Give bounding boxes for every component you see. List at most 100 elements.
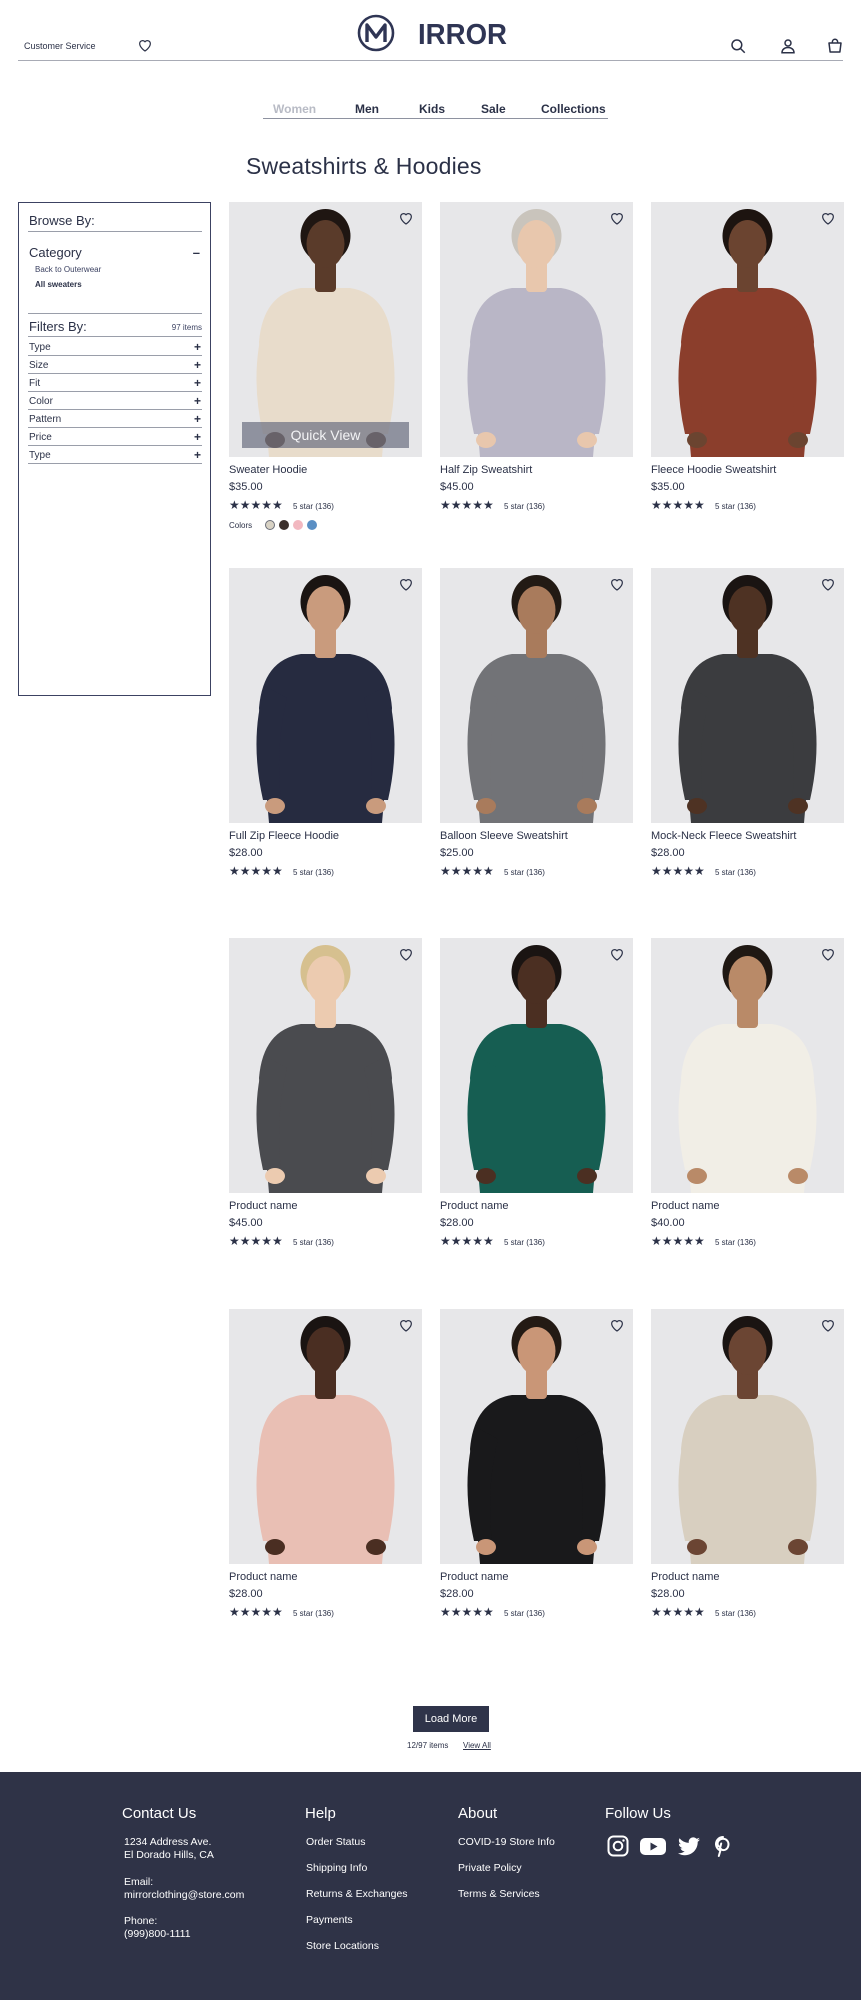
product-name[interactable]: Balloon Sleeve Sweatshirt: [440, 830, 568, 842]
product-photo[interactable]: [229, 1309, 422, 1564]
product-photo[interactable]: [651, 938, 844, 1193]
product-photo[interactable]: [651, 202, 844, 457]
product-name[interactable]: Sweater Hoodie: [229, 464, 307, 476]
color-swatch[interactable]: [279, 520, 289, 530]
nav-collections[interactable]: Collections: [541, 102, 606, 116]
product-photo[interactable]: [440, 938, 633, 1193]
category-heading[interactable]: Category: [29, 245, 82, 260]
color-swatch[interactable]: [293, 520, 303, 530]
favorite-heart-icon[interactable]: [820, 1317, 836, 1333]
email-link[interactable]: mirrorclothing@store.com: [124, 1889, 244, 1902]
product-card[interactable]: Product name $40.00 ★★★★★ 5 star (136): [651, 938, 844, 1248]
product-name[interactable]: Half Zip Sweatshirt: [440, 464, 532, 476]
product-name[interactable]: Product name: [651, 1571, 719, 1583]
returns-link[interactable]: Returns & Exchanges: [306, 1888, 408, 1901]
favorite-heart-icon[interactable]: [398, 576, 414, 592]
shipping-info-link[interactable]: Shipping Info: [306, 1862, 367, 1875]
product-name[interactable]: Fleece Hoodie Sweatshirt: [651, 464, 776, 476]
pinterest-icon[interactable]: [711, 1834, 735, 1858]
expand-plus-icon[interactable]: +: [194, 340, 201, 354]
product-card[interactable]: Product name $45.00 ★★★★★ 5 star (136): [229, 938, 422, 1248]
product-card[interactable]: Product name $28.00 ★★★★★ 5 star (136): [651, 1309, 844, 1619]
product-card[interactable]: Full Zip Fleece Hoodie $28.00 ★★★★★ 5 st…: [229, 568, 422, 878]
expand-plus-icon[interactable]: +: [194, 394, 201, 408]
back-to-outerwear-link[interactable]: Back to Outerwear: [35, 265, 101, 274]
favorite-heart-icon[interactable]: [609, 946, 625, 962]
product-photo[interactable]: [229, 568, 422, 823]
filter-sidebar: Browse By: Category – Back to Outerwear …: [18, 202, 211, 696]
filter-type-2[interactable]: Type +: [28, 446, 202, 464]
expand-plus-icon[interactable]: +: [194, 430, 201, 444]
covid-info-link[interactable]: COVID-19 Store Info: [458, 1836, 555, 1849]
mirror-logo[interactable]: MIRROR: [357, 13, 507, 53]
search-icon[interactable]: [729, 37, 747, 55]
wishlist-heart-icon[interactable]: [137, 37, 153, 53]
filter-fit[interactable]: Fit +: [28, 374, 202, 392]
product-photo[interactable]: [229, 938, 422, 1193]
color-swatch[interactable]: [307, 520, 317, 530]
product-photo[interactable]: [651, 568, 844, 823]
store-locations-link[interactable]: Store Locations: [306, 1940, 379, 1953]
expand-plus-icon[interactable]: +: [194, 358, 201, 372]
collapse-minus-icon[interactable]: –: [193, 245, 200, 260]
product-card[interactable]: Mock-Neck Fleece Sweatshirt $28.00 ★★★★★…: [651, 568, 844, 878]
filter-type[interactable]: Type +: [28, 338, 202, 356]
favorite-heart-icon[interactable]: [609, 576, 625, 592]
phone-number[interactable]: (999)800-1111: [124, 1928, 191, 1941]
youtube-icon[interactable]: [639, 1834, 667, 1858]
color-swatch[interactable]: [265, 520, 275, 530]
cart-icon[interactable]: [826, 37, 844, 55]
product-photo[interactable]: [440, 202, 633, 457]
favorite-heart-icon[interactable]: [820, 576, 836, 592]
expand-plus-icon[interactable]: +: [194, 376, 201, 390]
filter-size[interactable]: Size +: [28, 356, 202, 374]
nav-kids[interactable]: Kids: [419, 102, 445, 116]
payments-link[interactable]: Payments: [306, 1914, 353, 1927]
favorite-heart-icon[interactable]: [820, 946, 836, 962]
product-card[interactable]: Half Zip Sweatshirt $45.00 ★★★★★ 5 star …: [440, 202, 633, 512]
about-heading: About: [458, 1805, 498, 1822]
favorite-heart-icon[interactable]: [398, 210, 414, 226]
customer-service-link[interactable]: Customer Service: [24, 41, 96, 51]
twitter-icon[interactable]: [677, 1834, 701, 1858]
favorite-heart-icon[interactable]: [609, 1317, 625, 1333]
product-photo[interactable]: [440, 568, 633, 823]
nav-men[interactable]: Men: [355, 102, 379, 116]
product-photo[interactable]: [440, 1309, 633, 1564]
nav-women[interactable]: Women: [273, 102, 316, 116]
product-card[interactable]: Product name $28.00 ★★★★★ 5 star (136): [440, 1309, 633, 1619]
nav-sale[interactable]: Sale: [481, 102, 506, 116]
product-card[interactable]: Product name $28.00 ★★★★★ 5 star (136): [229, 1309, 422, 1619]
product-name[interactable]: Product name: [440, 1200, 508, 1212]
product-card[interactable]: Balloon Sleeve Sweatshirt $25.00 ★★★★★ 5…: [440, 568, 633, 878]
product-card[interactable]: Fleece Hoodie Sweatshirt $35.00 ★★★★★ 5 …: [651, 202, 844, 512]
product-photo[interactable]: [651, 1309, 844, 1564]
favorite-heart-icon[interactable]: [820, 210, 836, 226]
privacy-policy-link[interactable]: Private Policy: [458, 1862, 522, 1875]
quick-view-button[interactable]: Quick View: [242, 422, 409, 448]
expand-plus-icon[interactable]: +: [194, 412, 201, 426]
view-all-link[interactable]: View All: [463, 1741, 491, 1750]
product-name[interactable]: Product name: [440, 1571, 508, 1583]
product-name[interactable]: Product name: [651, 1200, 719, 1212]
account-icon[interactable]: [779, 37, 797, 55]
product-photo[interactable]: Quick View: [229, 202, 422, 457]
all-sweaters-link[interactable]: All sweaters: [35, 280, 82, 289]
product-name[interactable]: Full Zip Fleece Hoodie: [229, 830, 339, 842]
favorite-heart-icon[interactable]: [398, 946, 414, 962]
order-status-link[interactable]: Order Status: [306, 1836, 366, 1849]
instagram-icon[interactable]: [606, 1834, 630, 1858]
product-card[interactable]: Product name $28.00 ★★★★★ 5 star (136): [440, 938, 633, 1248]
terms-link[interactable]: Terms & Services: [458, 1888, 540, 1901]
product-name[interactable]: Mock-Neck Fleece Sweatshirt: [651, 830, 797, 842]
product-card[interactable]: Quick View Sweater Hoodie $35.00 ★★★★★ 5…: [229, 202, 422, 530]
load-more-button[interactable]: Load More: [413, 1706, 489, 1732]
filter-pattern[interactable]: Pattern +: [28, 410, 202, 428]
filter-price[interactable]: Price +: [28, 428, 202, 446]
filter-color[interactable]: Color +: [28, 392, 202, 410]
product-name[interactable]: Product name: [229, 1571, 297, 1583]
expand-plus-icon[interactable]: +: [194, 448, 201, 462]
favorite-heart-icon[interactable]: [398, 1317, 414, 1333]
favorite-heart-icon[interactable]: [609, 210, 625, 226]
product-name[interactable]: Product name: [229, 1200, 297, 1212]
